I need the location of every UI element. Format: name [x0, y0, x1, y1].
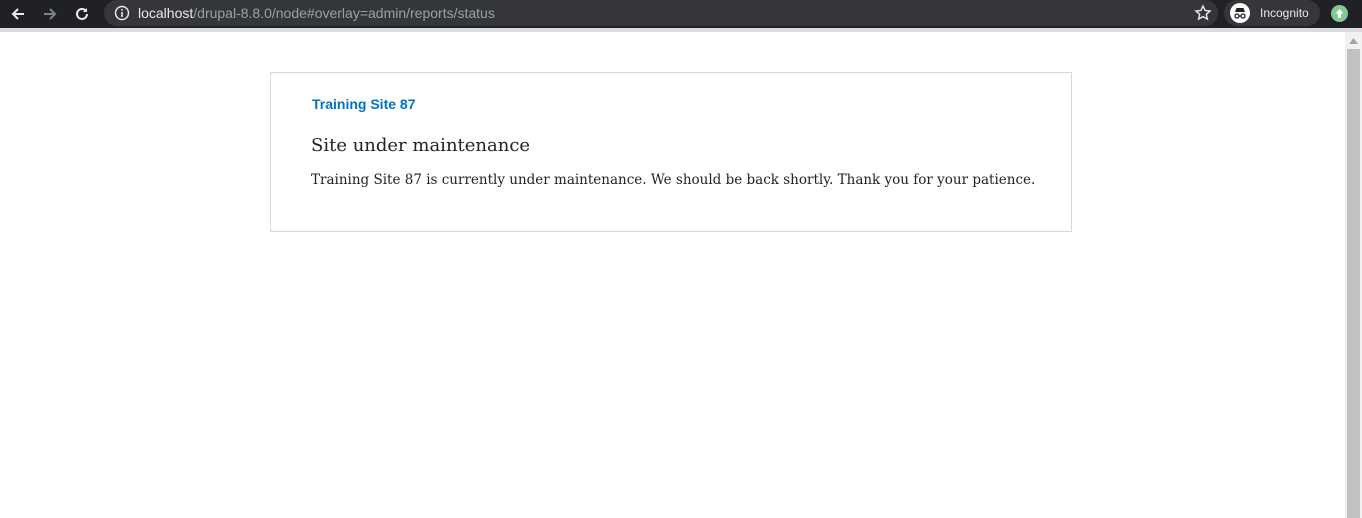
maintenance-message: Training Site 87 is currently under main… — [311, 172, 1036, 188]
incognito-icon — [1230, 3, 1250, 23]
url-text[interactable]: localhost/drupal-8.8.0/node#overlay=admi… — [138, 5, 495, 21]
incognito-button[interactable]: Incognito — [1224, 0, 1320, 26]
scroll-up-arrow-icon[interactable] — [1345, 32, 1362, 49]
back-arrow-icon[interactable] — [6, 2, 30, 26]
star-icon[interactable] — [1194, 4, 1212, 22]
url-path: /drupal-8.8.0/node#overlay=admin/reports… — [193, 5, 495, 21]
maintenance-card: Training Site 87 Site under maintenance … — [270, 72, 1072, 232]
page-title: Site under maintenance — [311, 135, 531, 156]
vertical-scrollbar[interactable] — [1345, 32, 1362, 518]
forward-arrow-icon[interactable] — [38, 2, 62, 26]
site-name-link[interactable]: Training Site 87 — [312, 96, 415, 112]
url-host: localhost — [138, 5, 194, 21]
update-icon[interactable] — [1331, 5, 1348, 22]
reload-icon[interactable] — [70, 2, 94, 26]
info-icon[interactable] — [114, 5, 130, 21]
incognito-label: Incognito — [1260, 6, 1309, 20]
page-content: Training Site 87 Site under maintenance … — [0, 32, 1345, 518]
scrollbar-thumb[interactable] — [1347, 49, 1360, 518]
address-bar[interactable]: localhost/drupal-8.8.0/node#overlay=admi… — [104, 0, 1218, 26]
browser-toolbar: localhost/drupal-8.8.0/node#overlay=admi… — [0, 0, 1362, 28]
